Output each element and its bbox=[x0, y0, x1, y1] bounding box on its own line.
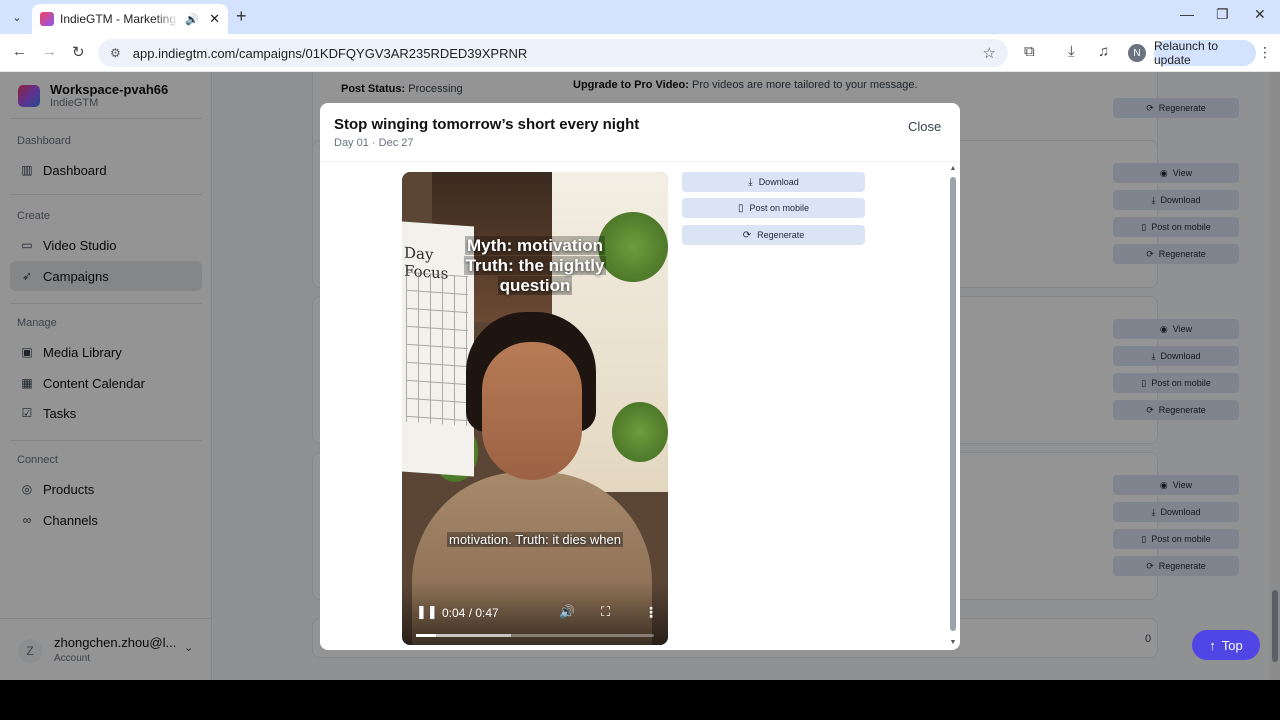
close-window-icon[interactable]: ✕ bbox=[1254, 6, 1266, 23]
video-caption-top: Myth: motivation Truth: the nightly ques… bbox=[402, 236, 668, 296]
tab-title: IndieGTM - Marketing OS f bbox=[60, 12, 179, 26]
download-label: Download bbox=[758, 177, 799, 187]
video-played bbox=[416, 634, 437, 637]
media-controls-icon[interactable]: ♫ bbox=[1098, 43, 1109, 60]
address-bar-row: ← → ↻ ⚙ app.indiegtm.com/campaigns/01KDF… bbox=[0, 34, 1280, 72]
close-button[interactable]: Close bbox=[908, 119, 941, 134]
back-to-top-button[interactable]: ↑ Top bbox=[1192, 630, 1260, 660]
browser-menu-icon[interactable]: ⋮ bbox=[1258, 44, 1272, 61]
video-controls: ❚❚ 0:04 / 0:47 🔊 ⛶ ⋮ bbox=[402, 582, 668, 645]
video-frame-person-face bbox=[482, 342, 582, 480]
restore-icon[interactable]: ❐ bbox=[1216, 6, 1229, 23]
downloads-icon[interactable]: ⤓ bbox=[1068, 43, 1075, 60]
caption-line: question bbox=[497, 276, 573, 295]
browser-tab-strip: ⌄ IndieGTM - Marketing OS f 🔊 ✕ + — ❐ ✕ bbox=[0, 0, 1280, 34]
regenerate-button[interactable]: ⟳ Regenerate bbox=[682, 225, 865, 245]
arrow-up-icon: ↑ bbox=[1209, 637, 1216, 653]
video-frame-plant bbox=[612, 402, 668, 462]
video-progress-bar[interactable] bbox=[416, 634, 654, 637]
more-options-icon[interactable]: ⋮ bbox=[644, 604, 658, 621]
tab-search-button[interactable]: ⌄ bbox=[6, 7, 28, 27]
download-icon: ⤓ bbox=[748, 176, 753, 188]
phone-icon: ▯ bbox=[737, 202, 744, 214]
video-player[interactable]: Day Focus Myth: motivation Truth: the ni… bbox=[402, 172, 668, 645]
divider bbox=[320, 161, 960, 162]
post-on-mobile-label: Post on mobile bbox=[749, 203, 810, 213]
os-taskbar bbox=[0, 680, 1280, 720]
browser-tab[interactable]: IndieGTM - Marketing OS f 🔊 ✕ bbox=[32, 4, 228, 34]
close-tab-icon[interactable]: ✕ bbox=[209, 11, 220, 27]
modal-scrollbar[interactable]: ▲ ▼ bbox=[948, 165, 958, 649]
post-on-mobile-button[interactable]: ▯ Post on mobile bbox=[682, 198, 865, 218]
url-text: app.indiegtm.com/campaigns/01KDFQYGV3AR2… bbox=[132, 45, 528, 61]
scroll-up-icon[interactable]: ▲ bbox=[948, 165, 958, 172]
speaker-icon[interactable]: 🔊 bbox=[185, 13, 199, 26]
extensions-icon[interactable]: ⧉ bbox=[1024, 43, 1035, 60]
scrollbar-thumb[interactable] bbox=[950, 177, 956, 631]
regenerate-label: Regenerate bbox=[757, 230, 805, 240]
chevron-down-icon: ⌄ bbox=[12, 11, 22, 24]
modal-subtitle: Day 01 · Dec 27 bbox=[334, 137, 414, 149]
omnibox[interactable]: ⚙ app.indiegtm.com/campaigns/01KDFQYGV3A… bbox=[98, 39, 1008, 67]
scroll-down-icon[interactable]: ▼ bbox=[948, 639, 958, 646]
minimize-icon[interactable]: — bbox=[1180, 6, 1194, 22]
video-preview-modal: Stop winging tomorrow’s short every nigh… bbox=[320, 103, 960, 650]
video-time: 0:04 / 0:47 bbox=[442, 606, 499, 620]
back-icon[interactable]: ← bbox=[12, 43, 27, 60]
pause-icon[interactable]: ❚❚ bbox=[416, 604, 438, 620]
bookmark-star-icon[interactable]: ☆ bbox=[983, 44, 996, 62]
refresh-icon: ⟳ bbox=[742, 229, 752, 241]
relaunch-button[interactable]: Relaunch to update bbox=[1154, 39, 1256, 67]
profile-avatar[interactable]: N bbox=[1128, 44, 1146, 62]
caption-line: Truth: the nightly bbox=[463, 256, 607, 275]
video-caption-bottom: motivation. Truth: it dies when bbox=[402, 532, 668, 547]
fullscreen-icon[interactable]: ⛶ bbox=[601, 604, 610, 620]
caption-line: Myth: motivation bbox=[465, 236, 605, 255]
modal-title: Stop winging tomorrow’s short every nigh… bbox=[334, 116, 640, 133]
site-info-icon[interactable]: ⚙ bbox=[110, 46, 121, 60]
favicon-icon bbox=[40, 12, 54, 26]
new-tab-button[interactable]: + bbox=[236, 6, 247, 27]
volume-icon[interactable]: 🔊 bbox=[559, 604, 575, 620]
reload-icon[interactable]: ↻ bbox=[72, 43, 85, 61]
top-label: Top bbox=[1221, 637, 1243, 653]
forward-icon[interactable]: → bbox=[42, 43, 57, 60]
caption-line: motivation. Truth: it dies when bbox=[447, 532, 623, 547]
download-button[interactable]: ⤓ Download bbox=[682, 172, 865, 192]
